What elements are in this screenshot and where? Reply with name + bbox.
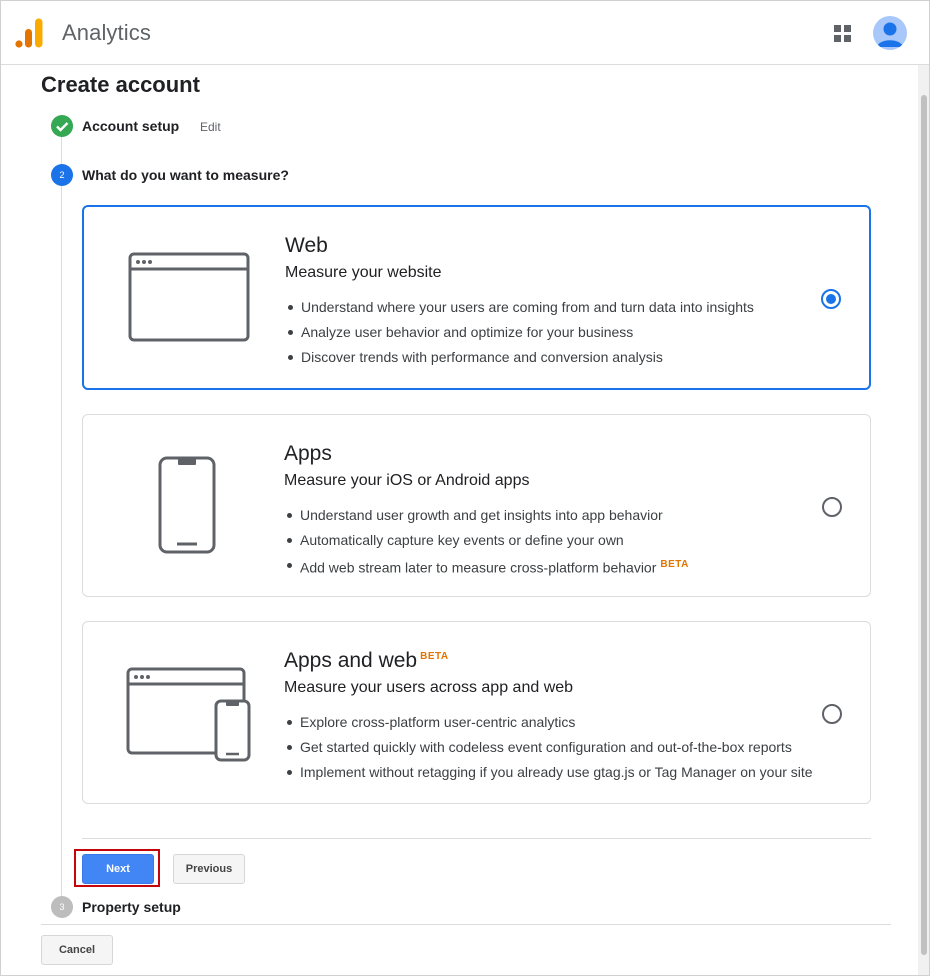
option-bullet: Explore cross-platform user-centric anal…: [286, 713, 813, 738]
browser-and-phone-icon: [126, 667, 251, 762]
apps-grid-icon[interactable]: [834, 25, 852, 43]
analytics-logo-icon[interactable]: [15, 18, 43, 48]
option-bullet: Understand where your users are coming f…: [287, 298, 754, 323]
apps-and-web-radio-button[interactable]: [822, 704, 842, 724]
option-card-apps[interactable]: Apps Measure your iOS or Android apps Un…: [82, 414, 871, 597]
option-bullet: Get started quickly with codeless event …: [286, 738, 813, 763]
option-bullet-list: Explore cross-platform user-centric anal…: [286, 713, 813, 788]
option-subtitle: Measure your iOS or Android apps: [284, 472, 530, 489]
step-label-property-setup: Property setup: [82, 899, 181, 915]
step-number-badge: 2: [51, 164, 73, 186]
option-bullet: Add web stream later to measure cross-pl…: [286, 556, 689, 581]
option-subtitle: Measure your website: [285, 264, 442, 281]
option-title-row: Apps and web BETA: [284, 649, 449, 673]
option-bullet: Understand user growth and get insights …: [286, 506, 689, 531]
step-label-measure: What do you want to measure?: [82, 167, 289, 183]
option-bullet: Analyze user behavior and optimize for y…: [287, 323, 754, 348]
scrollbar-thumb[interactable]: [921, 95, 927, 955]
option-title: Web: [285, 234, 328, 257]
beta-badge: BETA: [420, 651, 449, 662]
app-title[interactable]: Analytics: [62, 20, 151, 46]
option-bullet-list: Understand where your users are coming f…: [287, 298, 754, 373]
next-button[interactable]: Next: [82, 854, 154, 884]
mobile-phone-icon: [158, 456, 216, 554]
step-complete-check-icon: [51, 115, 73, 137]
option-bullet: Automatically capture key events or defi…: [286, 531, 689, 556]
option-title: Apps: [284, 442, 332, 465]
stepper-line: [61, 137, 62, 897]
page-title: Create account: [41, 72, 200, 97]
vertical-scrollbar[interactable]: [918, 65, 929, 975]
account-avatar-icon[interactable]: [873, 16, 907, 50]
option-bullet-text: Add web stream later to measure cross-pl…: [300, 559, 657, 576]
option-card-apps-and-web[interactable]: Apps and web BETA Measure your users acro…: [82, 621, 871, 804]
apps-radio-button[interactable]: [822, 497, 842, 517]
option-subtitle: Measure your users across app and web: [284, 679, 574, 696]
app-header: Analytics: [1, 1, 929, 65]
browser-window-icon: [128, 252, 250, 342]
step-number-badge: 3: [51, 896, 73, 918]
option-card-web[interactable]: Web Measure your website Understand wher…: [82, 205, 871, 390]
cancel-button[interactable]: Cancel: [41, 935, 113, 965]
option-bullet-list: Understand user growth and get insights …: [286, 506, 689, 581]
section-divider: [82, 838, 871, 839]
previous-button[interactable]: Previous: [173, 854, 245, 884]
step-label-account-setup: Account setup: [82, 118, 180, 134]
beta-badge: BETA: [660, 559, 689, 570]
footer-divider: [41, 924, 891, 925]
web-radio-button[interactable]: [821, 289, 841, 309]
option-bullet: Implement without retagging if you alrea…: [286, 763, 813, 788]
option-bullet: Discover trends with performance and con…: [287, 348, 754, 373]
edit-account-setup-link[interactable]: Edit: [200, 120, 221, 134]
option-title: Apps and web: [284, 649, 418, 672]
